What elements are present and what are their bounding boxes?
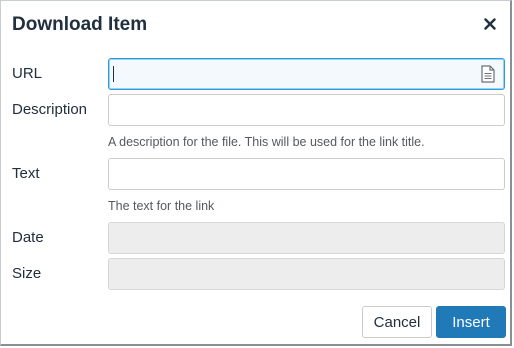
cancel-button[interactable]: Cancel	[362, 306, 432, 338]
insert-button[interactable]: Insert	[436, 306, 506, 338]
url-label: URL	[12, 65, 43, 82]
size-label: Size	[12, 265, 42, 282]
close-icon[interactable]	[484, 18, 496, 30]
text-caret	[113, 66, 114, 82]
download-item-dialog: Download Item URL Description A descript…	[0, 0, 512, 346]
date-input	[108, 222, 505, 254]
file-icon[interactable]	[481, 65, 495, 83]
close-button[interactable]	[481, 15, 499, 33]
description-help: A description for the file. This will be…	[108, 135, 425, 149]
text-label: Text	[12, 165, 40, 182]
text-help: The text for the link	[108, 199, 215, 213]
url-input[interactable]	[108, 58, 505, 90]
description-input[interactable]	[108, 94, 505, 126]
description-label: Description	[12, 101, 88, 118]
text-input[interactable]	[108, 158, 505, 190]
dialog-title: Download Item	[12, 14, 148, 35]
date-label: Date	[12, 229, 44, 246]
size-input	[108, 258, 505, 290]
